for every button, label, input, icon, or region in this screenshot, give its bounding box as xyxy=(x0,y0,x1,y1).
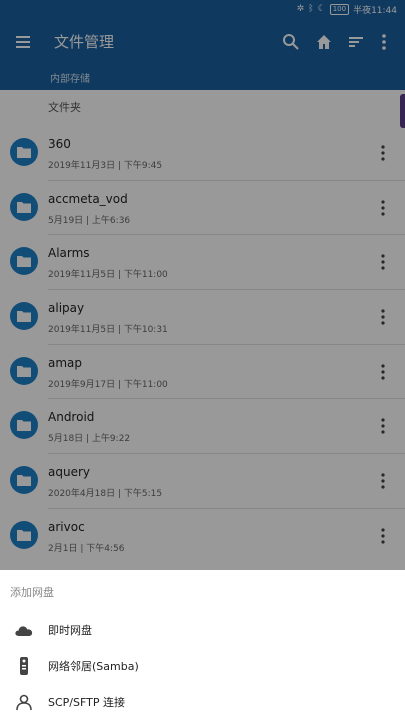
option-instant-cloud[interactable]: 即时网盘 xyxy=(0,612,405,648)
cloud-icon xyxy=(0,624,48,636)
option-label: 网络邻居(Samba) xyxy=(48,660,139,673)
option-scp-sftp[interactable]: SCP/SFTP 连接 xyxy=(0,684,405,720)
network-device-icon xyxy=(0,657,48,675)
modal-scrim[interactable] xyxy=(0,0,405,570)
option-samba[interactable]: 网络邻居(Samba) xyxy=(0,648,405,684)
option-label: SCP/SFTP 连接 xyxy=(48,696,125,709)
bottom-sheet: 添加网盘 即时网盘 网络邻居(Samba) SCP/SFTP 连接 xyxy=(0,570,405,720)
sftp-user-icon xyxy=(0,694,48,710)
sheet-title: 添加网盘 xyxy=(10,586,54,599)
option-label: 即时网盘 xyxy=(48,624,92,637)
